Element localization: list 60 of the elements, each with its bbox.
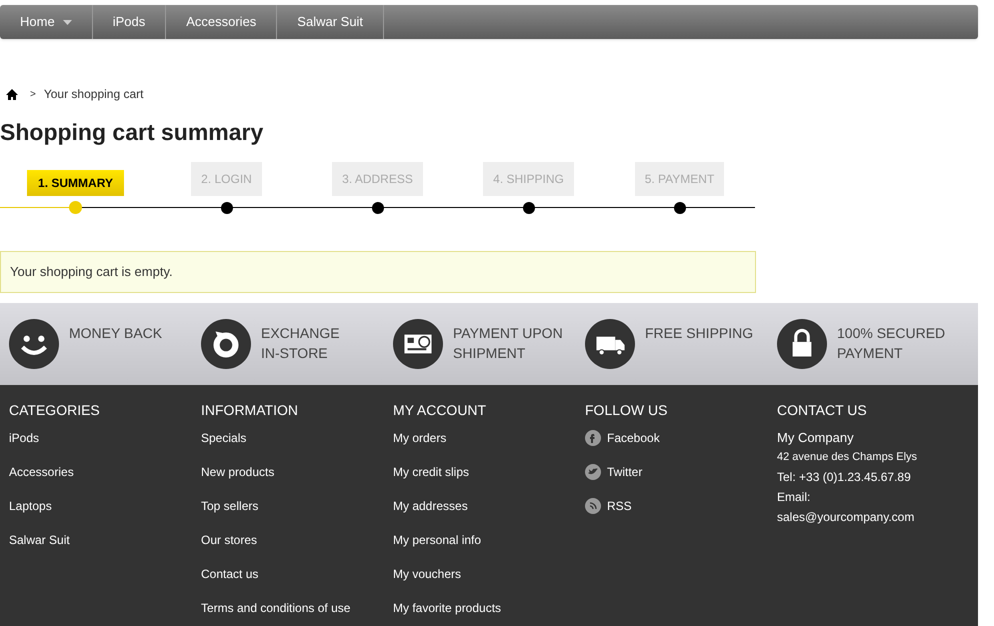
- footer-link[interactable]: Specials: [201, 431, 246, 445]
- checkout-step: 5. PAYMENT: [634, 162, 724, 196]
- breadcrumb-separator: >: [30, 88, 36, 102]
- empty-cart-alert: Your shopping cart is empty.: [0, 251, 756, 293]
- feature-label: FREE SHIPPING: [645, 324, 754, 343]
- footer-link[interactable]: Facebook: [607, 431, 660, 445]
- exchange-icon: [201, 319, 251, 369]
- footer-heading: INFORMATION: [201, 402, 299, 418]
- checkout-step: 4. SHIPPING: [483, 162, 574, 196]
- company-address: 42 avenue des Champs Elys: [777, 450, 918, 465]
- footer-link[interactable]: My credit slips: [393, 465, 470, 479]
- facebook-icon: [585, 430, 601, 446]
- lock-icon: [777, 319, 827, 369]
- feature-label: EXCHANGE: [261, 324, 340, 343]
- footer-heading: CONTACT US: [777, 402, 868, 418]
- footer-link[interactable]: My orders: [393, 431, 446, 445]
- footer-heading: CATEGORIES: [9, 402, 101, 418]
- footer-link[interactable]: My personal info: [393, 533, 482, 547]
- footer-link[interactable]: New products: [201, 465, 274, 479]
- truck-icon: [585, 319, 635, 369]
- checkout-step: 1. SUMMARY: [27, 170, 124, 196]
- footer-link[interactable]: iPods: [9, 431, 40, 445]
- nav-link[interactable]: Accessories: [166, 5, 278, 39]
- footer-link[interactable]: My addresses: [393, 499, 468, 513]
- rss-icon: [585, 498, 601, 514]
- feature-label: 100% SECURED: [837, 324, 946, 343]
- card-icon: [393, 319, 443, 369]
- page-title: Shopping cart summary: [0, 121, 264, 144]
- feature-label: MONEY BACK: [69, 324, 162, 343]
- footer-link[interactable]: Salwar Suit: [9, 533, 70, 547]
- checkout-step: 2. LOGIN: [191, 162, 262, 196]
- footer-link[interactable]: Contact us: [201, 567, 258, 581]
- footer-heading: FOLLOW US: [585, 402, 668, 418]
- footer-link[interactable]: Our stores: [201, 533, 258, 547]
- nav-link[interactable]: Salwar Suit: [277, 5, 384, 39]
- footer-link[interactable]: Laptops: [9, 499, 52, 513]
- company-name: My Company: [777, 430, 855, 446]
- footer-link[interactable]: RSS: [607, 499, 632, 513]
- feature-label: PAYMENT UPON: [453, 324, 563, 343]
- feature-label: PAYMENT: [837, 344, 904, 363]
- footer-link[interactable]: My favorite products: [393, 601, 502, 615]
- email-label: Email:: [777, 489, 812, 506]
- nav-link[interactable]: iPods: [92, 5, 166, 39]
- footer-link[interactable]: Twitter: [607, 465, 642, 479]
- home-icon[interactable]: [6, 88, 18, 100]
- footer-link[interactable]: Terms and conditions of use: [201, 601, 350, 615]
- company-phone: Tel: +33 (0)1.23.45.67.89: [777, 469, 912, 486]
- smile-icon: [9, 319, 59, 369]
- footer-link[interactable]: My vouchers: [393, 567, 462, 581]
- checkout-step: 3. ADDRESS: [332, 162, 423, 196]
- breadcrumb-current: Your shopping cart: [44, 86, 144, 103]
- feature-label: IN-STORE: [261, 344, 329, 363]
- feature-label: SHIPMENT: [453, 344, 526, 363]
- email-link[interactable]: sales@yourcompany.com: [777, 508, 969, 526]
- nav-link[interactable]: Home: [0, 5, 93, 39]
- footer-link[interactable]: Top sellers: [201, 499, 258, 513]
- footer-heading: MY ACCOUNT: [393, 402, 488, 418]
- footer-link[interactable]: Accessories: [9, 465, 74, 479]
- caret-icon: [62, 20, 72, 24]
- twitter-icon: [585, 464, 601, 480]
